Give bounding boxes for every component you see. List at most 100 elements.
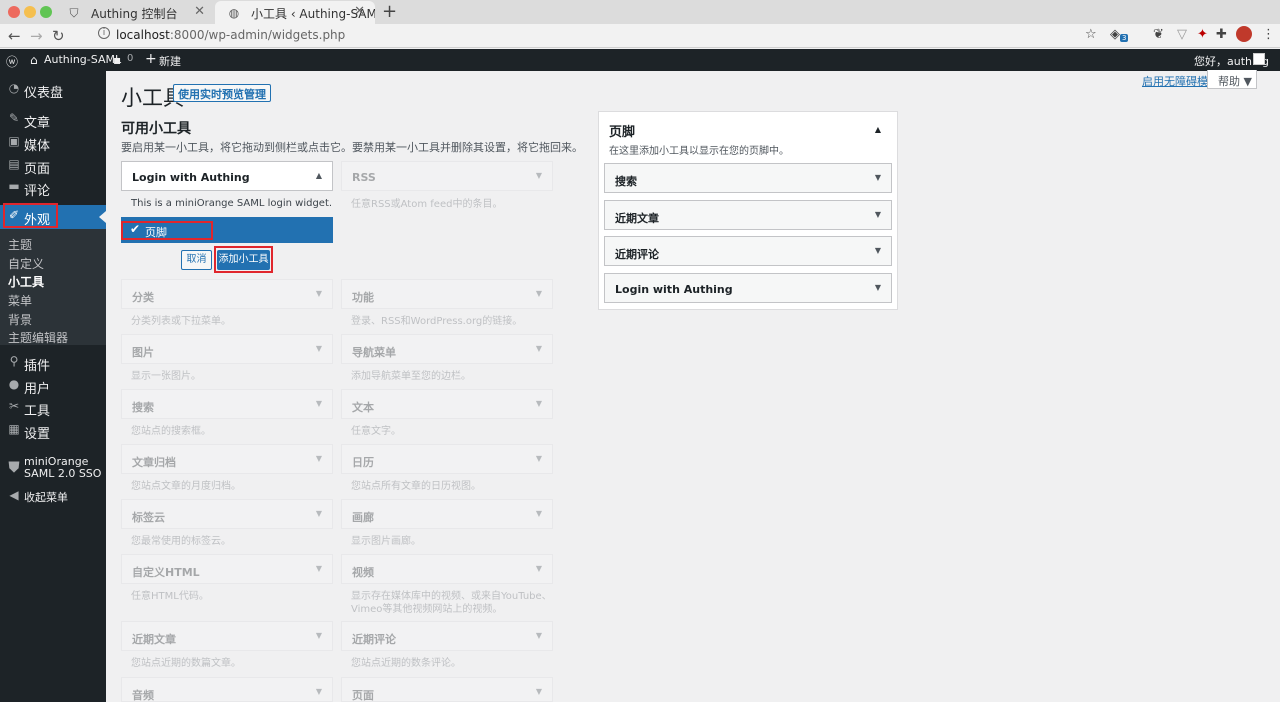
browser-tab-bar: ⛉ Authing 控制台 ✕ ◍ 小工具 ‹ Authing-SAML — ✕…	[0, 0, 1280, 24]
area-description: 在这里添加小工具以显示在您的页脚中。	[609, 146, 789, 157]
comments-count: 0	[127, 53, 134, 64]
widget-image[interactable]: 图片 ▼	[121, 334, 333, 364]
widget-desc: 任意HTML代码。	[131, 591, 209, 602]
sidebar-item-miniorange[interactable]: ⛊ miniOrange SAML 2.0 SSO	[0, 452, 106, 488]
wordpress-logo-icon[interactable]: ⓦ	[6, 53, 18, 70]
close-icon[interactable]: ✕	[354, 4, 365, 19]
submenu-widgets[interactable]: 小工具	[8, 273, 44, 290]
area-widget-recent-comments[interactable]: 近期评论 ▼	[604, 236, 892, 266]
new-content-link[interactable]: 新建	[159, 53, 181, 69]
widget-desc: 您站点近期的数条评论。	[351, 658, 461, 669]
collapse-menu-button[interactable]: ◀ 收起菜单	[0, 485, 106, 507]
highlight-appearance	[3, 203, 58, 228]
site-name-link[interactable]: Authing-SAML	[44, 53, 121, 66]
live-preview-button[interactable]: 使用实时预览管理	[173, 84, 271, 102]
vpn-icon[interactable]: ▽	[1177, 27, 1187, 42]
widget-pages[interactable]: 页面 ▼	[341, 677, 553, 702]
widget-text[interactable]: 文本 ▼	[341, 389, 553, 419]
info-icon[interactable]: i	[98, 27, 110, 39]
highlight-add-widget	[214, 246, 273, 273]
widget-tag-cloud[interactable]: 标签云 ▼	[121, 499, 333, 529]
cancel-button[interactable]: 取消	[181, 250, 212, 270]
close-icon[interactable]: ✕	[194, 4, 205, 19]
maximize-window-button[interactable]	[40, 6, 52, 18]
sidebar-item-settings[interactable]: ▦ 设置	[0, 419, 106, 442]
url-field[interactable]: localhost:8000/wp-admin/widgets.php	[116, 28, 345, 42]
widget-archives[interactable]: 文章归档 ▼	[121, 444, 333, 474]
widget-desc: 分类列表或下拉菜单。	[131, 316, 231, 327]
widget-categories[interactable]: 分类 ▼	[121, 279, 333, 309]
widget-login-with-authing[interactable]: Login with Authing ▲	[121, 161, 333, 191]
sidebar-item-tools[interactable]: ✂ 工具	[0, 396, 106, 419]
pin-icon: ✎	[8, 111, 20, 125]
widget-recent-comments[interactable]: 近期评论 ▼	[341, 621, 553, 651]
widget-nav-menu[interactable]: 导航菜单 ▼	[341, 334, 553, 364]
sidebar-item-comments[interactable]: ▬ 评论	[0, 176, 106, 199]
sidebar-item-media[interactable]: ▣ 媒体	[0, 131, 106, 154]
close-window-button[interactable]	[8, 6, 20, 18]
widget-desc: 您站点文章的月度归档。	[131, 481, 241, 492]
widget-custom-html[interactable]: 自定义HTML ▼	[121, 554, 333, 584]
widget-search[interactable]: 搜索 ▼	[121, 389, 333, 419]
chevron-down-icon[interactable]: ▼	[875, 173, 881, 182]
submenu-background[interactable]: 背景	[8, 311, 32, 328]
chevron-down-icon: ▼	[315, 399, 322, 408]
user-icon: ●	[8, 377, 20, 391]
submenu-themes[interactable]: 主题	[8, 236, 32, 253]
available-widgets-title: 可用小工具	[121, 121, 191, 137]
area-widget-login-with-authing[interactable]: Login with Authing ▼	[604, 273, 892, 303]
widget-recent-posts[interactable]: 近期文章 ▼	[121, 621, 333, 651]
minimize-window-button[interactable]	[24, 6, 36, 18]
back-icon[interactable]: ←	[8, 27, 21, 45]
extension-icon[interactable]: ❦	[1153, 27, 1164, 42]
comment-icon[interactable]: ▪	[113, 53, 121, 67]
puzzle-icon[interactable]: ✚	[1216, 27, 1227, 42]
address-bar: ← → ↻ i localhost:8000/wp-admin/widgets.…	[0, 24, 1280, 48]
submenu-theme-editor[interactable]: 主题编辑器	[8, 329, 68, 346]
chevron-up-icon[interactable]: ▲	[316, 171, 322, 180]
widget-rss[interactable]: RSS ▼	[341, 161, 553, 191]
area-widget-recent-posts[interactable]: 近期文章 ▼	[604, 200, 892, 230]
wp-admin-bar: ⓦ ⌂ Authing-SAML ▪ 0 + 新建 您好，authing	[0, 49, 1280, 71]
chevron-down-icon: ▼	[315, 687, 322, 696]
dashboard-icon: ◔	[8, 81, 20, 95]
submenu-menus[interactable]: 菜单	[8, 292, 32, 309]
submenu-customize[interactable]: 自定义	[8, 255, 44, 272]
chevron-down-icon[interactable]: ▼	[875, 210, 881, 219]
page-icon: ▤	[8, 157, 20, 171]
chevron-up-icon[interactable]: ▲	[875, 125, 881, 134]
sidebar-item-posts[interactable]: ✎ 文章	[0, 108, 106, 131]
menu-dots-icon[interactable]: ⋮	[1262, 27, 1275, 42]
chevron-down-icon: ▼	[315, 344, 322, 353]
avatar[interactable]	[1253, 53, 1265, 65]
shield-icon: ⛊	[8, 458, 20, 476]
translate-icon[interactable]: ◈	[1110, 27, 1120, 42]
chevron-down-icon: ▼	[315, 564, 322, 573]
new-tab-button[interactable]: +	[382, 1, 397, 22]
sidebar-item-pages[interactable]: ▤ 页面	[0, 154, 106, 177]
profile-avatar[interactable]	[1236, 26, 1252, 42]
sidebar-item-plugins[interactable]: ⚲ 插件	[0, 351, 106, 374]
media-icon: ▣	[8, 134, 20, 148]
widget-gallery[interactable]: 画廊 ▼	[341, 499, 553, 529]
plugin-icon: ⚲	[9, 354, 19, 368]
chevron-down-icon[interactable]: ▼	[875, 283, 881, 292]
bookmark-star-icon[interactable]: ☆	[1085, 27, 1097, 42]
tab-widgets[interactable]: ◍ 小工具 ‹ Authing-SAML — ✕	[215, 1, 375, 24]
widget-video[interactable]: 视频 ▼	[341, 554, 553, 584]
forward-icon[interactable]: →	[30, 27, 43, 45]
tab-authing-console[interactable]: ⛉ Authing 控制台 ✕	[55, 1, 215, 24]
area-widget-search[interactable]: 搜索 ▼	[604, 163, 892, 193]
adblock-icon[interactable]: ✦	[1197, 27, 1208, 42]
sidebar-item-users[interactable]: ● 用户	[0, 374, 106, 397]
help-button[interactable]: 帮助 ▼	[1207, 70, 1257, 89]
widget-meta[interactable]: 功能 ▼	[341, 279, 553, 309]
sidebar-item-dashboard[interactable]: ◔ 仪表盘	[0, 78, 106, 101]
comment-icon: ▬	[8, 179, 20, 193]
chevron-down-icon: ▼	[535, 171, 542, 180]
widget-audio[interactable]: 音频 ▼	[121, 677, 333, 702]
chevron-down-icon: ▼	[535, 631, 542, 640]
chevron-down-icon[interactable]: ▼	[875, 246, 881, 255]
widget-calendar[interactable]: 日历 ▼	[341, 444, 553, 474]
reload-icon[interactable]: ↻	[52, 27, 65, 45]
